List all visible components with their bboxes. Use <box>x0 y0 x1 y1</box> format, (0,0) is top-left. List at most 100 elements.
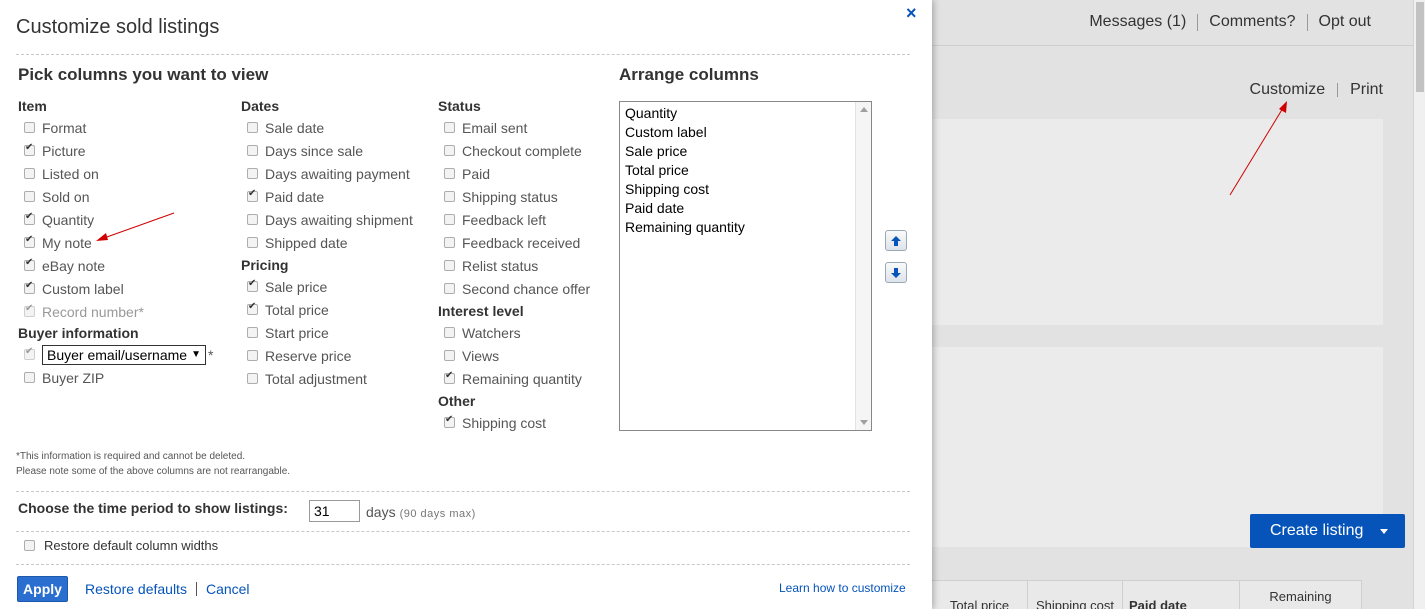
checkbox[interactable] <box>444 145 455 156</box>
days-input[interactable] <box>309 500 360 522</box>
checkbox-option[interactable]: Feedback received <box>438 231 613 254</box>
checkbox[interactable] <box>24 372 35 383</box>
checkbox[interactable] <box>24 142 35 156</box>
messages-link[interactable]: Messages (1) <box>1089 13 1186 31</box>
checkbox-option[interactable]: Picture <box>18 139 233 162</box>
checkbox-option[interactable]: Sale date <box>241 116 431 139</box>
checkbox[interactable] <box>247 301 258 315</box>
checkbox[interactable] <box>247 122 258 133</box>
arrange-columns-list[interactable]: Quantity Custom label Sale price Total pric… <box>619 101 872 431</box>
checkbox[interactable] <box>444 414 455 428</box>
checkbox-option[interactable]: Buyer ZIP <box>18 366 233 389</box>
checkbox-option[interactable]: Email sent <box>438 116 613 139</box>
checkbox-option[interactable]: Listed on <box>18 162 233 185</box>
checkbox-option[interactable]: Shipping status <box>438 185 613 208</box>
header-total-price[interactable]: Total price <box>932 581 1028 609</box>
checkbox-option[interactable]: Feedback left <box>438 208 613 231</box>
arrange-list-item[interactable]: Total price <box>625 161 866 180</box>
checkbox[interactable] <box>24 168 35 179</box>
restore-defaults-link[interactable]: Restore defaults <box>85 581 187 597</box>
customize-link[interactable]: Customize <box>1250 81 1326 99</box>
checkbox[interactable] <box>247 278 258 292</box>
checkbox-option[interactable]: Relist status <box>438 254 613 277</box>
checkbox-option[interactable]: Checkout complete <box>438 139 613 162</box>
checkbox[interactable] <box>444 237 455 248</box>
checkbox-option[interactable]: Start price <box>241 321 431 344</box>
checkbox-option[interactable]: My note <box>18 231 233 254</box>
checkbox-option[interactable]: Record number* <box>18 300 233 323</box>
checkbox[interactable] <box>444 283 455 294</box>
checkbox-option[interactable]: Remaining quantity <box>438 367 613 390</box>
checkbox-option[interactable]: Total adjustment <box>241 367 431 390</box>
move-up-button[interactable] <box>885 230 907 251</box>
checkbox[interactable] <box>24 280 35 294</box>
arrange-list-item[interactable]: Remaining quantity <box>625 218 866 237</box>
checkbox[interactable] <box>444 260 455 271</box>
checkbox[interactable] <box>444 327 455 338</box>
buyer-column-select[interactable]: Buyer email/username ▼ <box>42 344 206 365</box>
checkbox-option[interactable]: Sold on <box>18 185 233 208</box>
checkbox-option[interactable]: Days awaiting shipment <box>241 208 431 231</box>
checkbox-option[interactable]: Shipped date <box>241 231 431 254</box>
checkbox-option[interactable]: Total price <box>241 298 431 321</box>
comments-link[interactable]: Comments? <box>1209 13 1295 31</box>
checkbox-option[interactable]: Reserve price <box>241 344 431 367</box>
header-remaining[interactable]: Remaining <box>1240 581 1362 609</box>
checkbox[interactable] <box>444 350 455 361</box>
checkbox-option[interactable]: Paid <box>438 162 613 185</box>
checkbox-option[interactable]: Days awaiting payment <box>241 162 431 185</box>
checkbox[interactable] <box>444 214 455 225</box>
opt-out-link[interactable]: Opt out <box>1319 13 1371 31</box>
create-listing-button[interactable]: Create listing <box>1250 514 1405 548</box>
checkbox[interactable] <box>247 350 258 361</box>
checkbox[interactable] <box>24 191 35 202</box>
checkbox-option[interactable]: Custom label <box>18 277 233 300</box>
close-icon[interactable]: × <box>906 3 917 24</box>
arrange-list-item[interactable]: Custom label <box>625 123 866 142</box>
checkbox-option[interactable]: Paid date <box>241 185 431 208</box>
checkbox[interactable] <box>247 145 258 156</box>
checkbox[interactable] <box>247 168 258 179</box>
checkbox-option[interactable]: Watchers <box>438 321 613 344</box>
checkbox[interactable] <box>444 370 455 384</box>
checkbox[interactable] <box>24 234 35 248</box>
learn-link[interactable]: Learn how to customize <box>779 581 906 595</box>
arrange-list-item[interactable]: Sale price <box>625 142 866 161</box>
checkbox[interactable] <box>247 188 258 202</box>
checkbox[interactable] <box>24 257 35 271</box>
header-shipping-cost[interactable]: Shipping cost <box>1028 581 1123 609</box>
scroll-down-icon[interactable] <box>860 420 868 425</box>
checkbox[interactable] <box>444 168 455 179</box>
page-scrollbar[interactable] <box>1413 0 1425 609</box>
checkbox[interactable] <box>247 237 258 248</box>
checkbox-option[interactable]: Quantity <box>18 208 233 231</box>
chevron-down-icon[interactable] <box>1380 528 1388 534</box>
checkbox[interactable] <box>444 191 455 202</box>
print-link[interactable]: Print <box>1350 81 1383 99</box>
checkbox-option[interactable]: Days since sale <box>241 139 431 162</box>
checkbox[interactable] <box>247 327 258 338</box>
apply-button[interactable]: Apply <box>17 576 68 602</box>
cancel-link[interactable]: Cancel <box>206 581 250 597</box>
restore-widths-option[interactable]: Restore default column widths <box>18 538 218 553</box>
arrange-list-item[interactable]: Paid date <box>625 199 866 218</box>
checkbox[interactable] <box>444 122 455 133</box>
checkbox-option[interactable]: Views <box>438 344 613 367</box>
checkbox-option[interactable]: Format <box>18 116 233 139</box>
checkbox[interactable] <box>24 122 35 133</box>
listbox-scrollbar[interactable] <box>855 102 871 430</box>
move-down-button[interactable] <box>885 262 907 283</box>
checkbox-option[interactable]: Sale price <box>241 275 431 298</box>
restore-widths-checkbox[interactable] <box>24 540 35 551</box>
scrollbar-thumb[interactable] <box>1416 2 1424 92</box>
arrange-list-item[interactable]: Shipping cost <box>625 180 866 199</box>
checkbox-option[interactable]: Second chance offer <box>438 277 613 300</box>
scroll-up-icon[interactable] <box>860 107 868 112</box>
checkbox-option[interactable]: Shipping cost <box>438 411 613 434</box>
checkbox-option[interactable]: eBay note <box>18 254 233 277</box>
arrange-list-item[interactable]: Quantity <box>625 104 866 123</box>
checkbox[interactable] <box>247 373 258 384</box>
checkbox[interactable] <box>24 211 35 225</box>
checkbox[interactable] <box>247 214 258 225</box>
header-paid-date[interactable]: Paid date <box>1123 581 1240 609</box>
